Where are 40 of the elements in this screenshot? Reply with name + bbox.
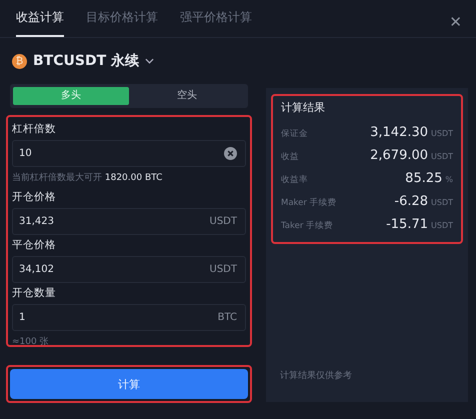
tab[interactable]: 目标价格计算 <box>86 0 158 37</box>
field-label: 杠杆倍数 <box>12 122 57 137</box>
input-field[interactable]: 31,423 USDT <box>12 208 246 235</box>
unit-label: USDT <box>431 129 453 138</box>
unit-label: USDT <box>431 152 453 161</box>
unit-label: USDT <box>431 198 453 207</box>
field-label: 开仓数量 <box>12 286 57 301</box>
unit-label: USDT <box>210 216 237 227</box>
result-value: 2,679.00 <box>370 148 428 163</box>
hint-text: 当前杠杆倍数最大可开 1820.00 BTC <box>12 172 164 185</box>
close-icon[interactable]: ✕ <box>449 13 462 37</box>
chevron-down-icon[interactable] <box>145 58 154 64</box>
result-label: Maker 手续费 <box>281 197 337 209</box>
unit-label: % <box>445 175 453 184</box>
hint-text: ≈100 张 <box>12 336 50 345</box>
field-label: 开仓价格 <box>12 190 57 205</box>
symbol-name[interactable]: BTCUSDT 永续 <box>33 52 139 70</box>
result-label: 收益 <box>281 151 299 163</box>
input-field[interactable]: 1 BTC <box>12 304 246 331</box>
result-value: 85.25 <box>405 171 442 186</box>
unit-label: USDT <box>210 264 237 275</box>
tab[interactable]: 收益计算 <box>16 0 64 37</box>
calculate-button[interactable]: 计算 <box>10 369 248 399</box>
result-label: 保证金 <box>281 128 308 140</box>
result-label: Taker 手续费 <box>281 220 334 232</box>
result-value: -15.71 <box>386 217 428 232</box>
field-label: 平仓价格 <box>12 238 57 253</box>
unit-label: BTC <box>218 312 237 323</box>
input-field[interactable]: 34,102 USDT <box>12 256 246 283</box>
clear-icon[interactable] <box>224 147 237 160</box>
result-value: -6.28 <box>394 194 428 209</box>
unit-label: USDT <box>431 221 453 230</box>
side-option[interactable]: 空头 <box>129 87 245 105</box>
result-label: 收益率 <box>281 174 308 186</box>
result-value: 3,142.30 <box>370 125 428 140</box>
input-field[interactable]: 10 <box>12 140 246 167</box>
disclaimer-text: 计算结果仅供参考 <box>279 370 353 383</box>
coin-icon: ₿ <box>12 54 27 68</box>
tab[interactable]: 强平价格计算 <box>180 0 252 37</box>
result-title: 计算结果 <box>281 100 326 115</box>
